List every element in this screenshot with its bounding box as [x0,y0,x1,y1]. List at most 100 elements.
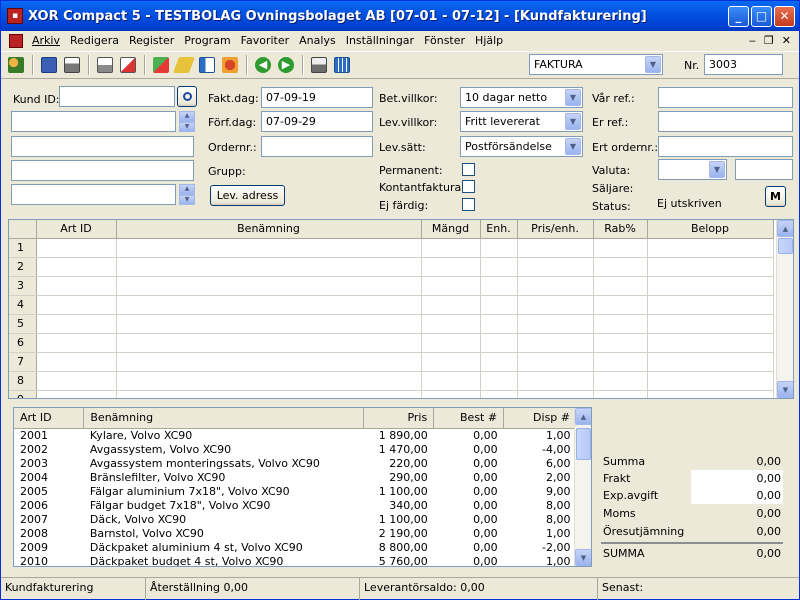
grid-cell[interactable] [593,314,648,334]
grid-cell[interactable] [116,276,422,296]
scroll-thumb[interactable] [778,238,793,254]
grid-cell[interactable] [517,333,594,353]
grid-cell[interactable] [36,352,117,372]
grid-cell[interactable] [593,276,648,296]
close-button[interactable]: ✕ [774,5,795,27]
grid-cell[interactable] [517,371,594,391]
print-preview-icon[interactable] [94,54,116,76]
lev-satt-select[interactable]: Postförsändelse ▼ [460,136,583,157]
menu-installningar[interactable]: Inställningar [341,31,419,50]
grid-cell[interactable] [480,352,518,372]
copy-icon[interactable] [150,54,172,76]
card-icon[interactable] [196,54,218,76]
grid-cell[interactable] [116,371,422,391]
product-row[interactable]: 2002 Avgassystem, Volvo XC90 1 470,00 0,00 -… [14,442,577,456]
prod-col-pris[interactable]: Pris [363,408,435,429]
ej-fardig-checkbox[interactable] [462,198,475,211]
grid-cell[interactable] [421,238,481,258]
edit-icon[interactable] [117,54,139,76]
grid-cell[interactable] [647,352,774,372]
scroll-thumb[interactable] [576,428,591,460]
grid-cell[interactable] [116,314,422,334]
customer-postal-field[interactable] [11,184,176,205]
grid-cell[interactable] [517,238,594,258]
save-icon[interactable] [38,54,60,76]
grid-cell[interactable] [36,314,117,334]
grid-cell[interactable] [421,333,481,353]
grid-row[interactable]: 3 [9,276,774,296]
col-mangd[interactable]: Mängd [421,220,481,239]
product-row[interactable]: 2006 Fälgar budget 7x18", Volvo XC90 340,0… [14,498,577,512]
prod-col-disp[interactable]: Disp # [503,408,577,429]
grid-cell[interactable] [116,333,422,353]
grid-cell[interactable] [36,257,117,277]
fakt-dag-field[interactable]: 07-09-19 [261,87,373,108]
valuta-select[interactable]: ▼ [658,159,727,180]
grid-cell[interactable] [647,238,774,258]
back-icon[interactable]: ◀ [252,54,274,76]
grid-cell[interactable] [480,257,518,277]
maximize-button[interactable]: □ [751,5,772,27]
grid-cell[interactable] [36,371,117,391]
menu-register[interactable]: Register [124,31,179,50]
kontantfaktura-checkbox[interactable] [462,180,475,193]
grid-row[interactable]: 9 [9,390,774,398]
product-row[interactable]: 2003 Avgassystem monteringssats, Volvo XC… [14,456,577,470]
grid-cell[interactable] [421,276,481,296]
grid-cell[interactable] [517,295,594,315]
grid-cell[interactable] [421,314,481,334]
invoice-icon[interactable] [219,54,241,76]
mdi-restore-button[interactable]: ❐ [764,34,774,47]
grid-cell[interactable] [116,352,422,372]
grid-cell[interactable] [480,371,518,391]
grid-cell[interactable] [36,390,117,398]
customer-name-field[interactable] [11,111,176,132]
menu-program[interactable]: Program [179,31,235,50]
grid-cell[interactable] [480,390,518,398]
eraser-icon[interactable] [173,54,195,76]
mdi-minimize-button[interactable]: ‒ [749,34,756,47]
menu-redigera[interactable]: Redigera [65,31,124,50]
forward-icon[interactable]: ▶ [275,54,297,76]
grid-cell[interactable] [647,295,774,315]
invoice-lines-grid[interactable]: Art ID Benämning Mängd Enh. Pris/enh. Ra… [8,219,794,399]
customer-address2-field[interactable] [11,160,194,181]
col-benamning[interactable]: Benämning [116,220,422,239]
m-button[interactable]: M [765,186,786,207]
grid-cell[interactable] [517,314,594,334]
kund-id-field[interactable] [59,86,175,107]
product-row[interactable]: 2007 Däck, Volvo XC90 1 100,00 0,00 8,00 [14,512,577,526]
nr-field[interactable]: 3003 [704,54,783,75]
bet-villkor-select[interactable]: 10 dagar netto ▼ [460,87,583,108]
grid-row[interactable]: 1 [9,238,774,258]
customer-postal-spinner[interactable]: ▲ ▼ [179,184,195,205]
grid-cell[interactable] [517,257,594,277]
grid-cell[interactable] [116,238,422,258]
var-ref-field[interactable] [658,87,793,108]
grid-cell[interactable] [593,333,648,353]
grid-cell[interactable] [647,257,774,277]
grid-cell[interactable] [647,390,774,398]
calendar-icon[interactable] [331,54,353,76]
col-art-id[interactable]: Art ID [36,220,117,239]
grid-cell[interactable] [593,257,648,277]
grid-cell[interactable] [480,238,518,258]
grid-row[interactable]: 2 [9,257,774,277]
grid-cell[interactable] [593,352,648,372]
grid-cell[interactable] [36,238,117,258]
grid-cell[interactable] [647,314,774,334]
product-row[interactable]: 2005 Fälgar aluminium 7x18", Volvo XC90 1 … [14,484,577,498]
grid-cell[interactable] [517,390,594,398]
product-row[interactable]: 2009 Däckpaket aluminium 4 st, Volvo XC90… [14,540,577,554]
users-icon[interactable] [5,54,27,76]
grid-cell[interactable] [421,371,481,391]
grid-cell[interactable] [36,333,117,353]
grid-cell[interactable] [421,390,481,398]
er-ref-field[interactable] [658,111,793,132]
scroll-up-icon[interactable]: ▲ [777,220,793,237]
title-bar[interactable]: ▪ XOR Compact 5 - TESTBOLAG Övningsbolag… [1,1,799,31]
grid-cell[interactable] [593,295,648,315]
mdi-close-button[interactable]: ✕ [782,34,791,47]
scroll-up-icon[interactable]: ▲ [575,408,591,425]
menu-favoriter[interactable]: Favoriter [236,31,294,50]
